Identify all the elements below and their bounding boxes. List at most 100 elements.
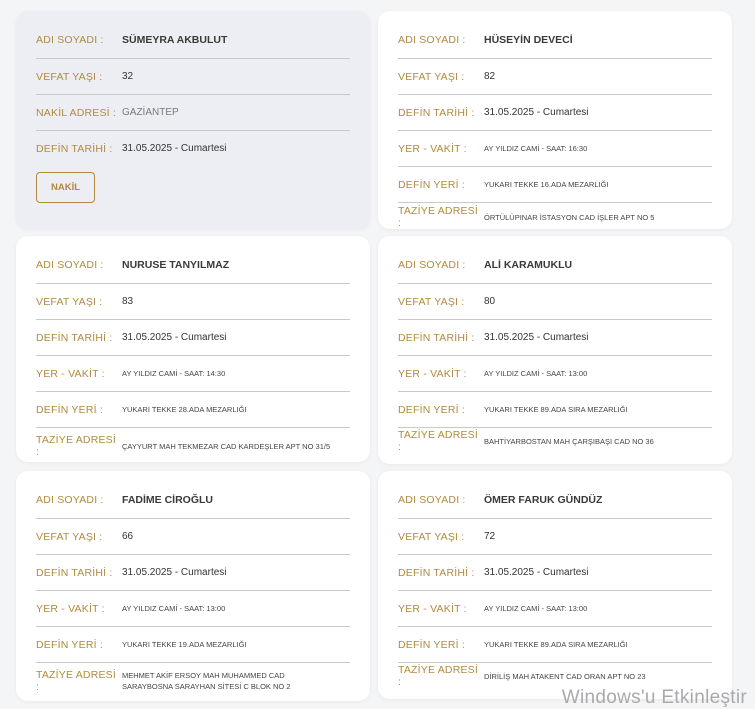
age-row: VEFAT YAŞI : 83 <box>36 284 350 320</box>
condolence-label: TAZİYE ADRESİ : <box>398 429 479 453</box>
condolence-label: TAZİYE ADRESİ : <box>36 669 117 693</box>
burial-date-label: DEFİN TARİHİ : <box>398 106 475 119</box>
burial-place-row: DEFİN YERİ : YUKARI TEKKE 16.ADA MEZARLI… <box>398 167 712 203</box>
transfer-button[interactable]: NAKİL <box>36 172 96 203</box>
age-row: VEFAT YAŞI : 82 <box>398 59 712 95</box>
place-time-label: YER - VAKİT : <box>398 602 467 615</box>
name-value: SÜMEYRA AKBULUT <box>122 33 228 46</box>
age-value: 66 <box>122 531 134 542</box>
age-value: 82 <box>484 71 496 82</box>
age-value: 32 <box>122 71 134 82</box>
age-label: VEFAT YAŞI : <box>398 70 465 83</box>
name-value: NURUSE TANYILMAZ <box>122 258 230 271</box>
burial-place-label: DEFİN YERİ : <box>398 638 465 651</box>
condolence-row: TAZİYE ADRESİ : ÖRTÜLÜPINAR İSTASYON CAD… <box>398 203 712 231</box>
burial-date-row: DEFİN TARİHİ : 31.05.2025 - Cumartesi <box>398 555 712 591</box>
condolence-row: TAZİYE ADRESİ : BAHTİYARBOSTAN MAH ÇARŞI… <box>398 428 712 454</box>
name-label: ADI SOYADI : <box>36 33 104 46</box>
burial-place-value: YUKARI TEKKE 89.ADA SIRA MEZARLIĞI <box>484 405 628 414</box>
name-value: FADİME CİROĞLU <box>122 493 213 506</box>
age-label: VEFAT YAŞI : <box>398 295 465 308</box>
condolence-value: BAHTİYARBOSTAN MAH ÇARŞIBAŞI CAD NO 36 <box>484 436 654 446</box>
age-row: VEFAT YAŞI : 66 <box>36 519 350 555</box>
burial-date-label: DEFİN TARİHİ : <box>36 142 113 155</box>
place-time-value: AY YILDIZ CAMİ - SAAT: 14:30 <box>122 369 226 378</box>
place-time-row: YER - VAKİT : AY YILDIZ CAMİ - SAAT: 16:… <box>398 131 712 167</box>
name-label: ADI SOYADI : <box>398 258 466 271</box>
age-label: VEFAT YAŞI : <box>36 530 103 543</box>
age-label: VEFAT YAŞI : <box>36 70 103 83</box>
name-row: ADI SOYADI : FADİME CİROĞLU <box>36 481 350 519</box>
burial-date-label: DEFİN TARİHİ : <box>36 566 113 579</box>
burial-date-label: DEFİN TARİHİ : <box>36 331 113 344</box>
place-time-label: YER - VAKİT : <box>36 367 105 380</box>
age-row: VEFAT YAŞI : 80 <box>398 284 712 320</box>
age-label: VEFAT YAŞI : <box>36 295 103 308</box>
obituary-card: ADI SOYADI : HÜSEYİN DEVECİ VEFAT YAŞI :… <box>378 11 732 229</box>
name-value: HÜSEYİN DEVECİ <box>484 33 573 46</box>
name-row: ADI SOYADI : HÜSEYİN DEVECİ <box>398 21 712 59</box>
name-row: ADI SOYADI : ÖMER FARUK GÜNDÜZ <box>398 481 712 519</box>
burial-place-label: DEFİN YERİ : <box>398 178 465 191</box>
condolence-row: TAZİYE ADRESİ : MEHMET AKİF ERSOY MAH MU… <box>36 663 350 699</box>
name-value: ALİ KARAMUKLU <box>484 258 573 271</box>
burial-place-label: DEFİN YERİ : <box>36 638 103 651</box>
obituary-card: ADI SOYADI : FADİME CİROĞLU VEFAT YAŞI :… <box>16 471 370 701</box>
place-time-label: YER - VAKİT : <box>398 367 467 380</box>
burial-date-value: 31.05.2025 - Cumartesi <box>484 332 589 343</box>
place-time-value: AY YILDIZ CAMİ - SAAT: 13:00 <box>122 604 226 613</box>
name-label: ADI SOYADI : <box>36 258 104 271</box>
obituary-card: ADI SOYADI : SÜMEYRA AKBULUT VEFAT YAŞI … <box>16 11 370 229</box>
name-label: ADI SOYADI : <box>36 493 104 506</box>
place-time-row: YER - VAKİT : AY YILDIZ CAMİ - SAAT: 13:… <box>398 356 712 392</box>
burial-date-row: DEFİN TARİHİ : 31.05.2025 - Cumartesi <box>36 320 350 356</box>
burial-date-value: 31.05.2025 - Cumartesi <box>122 332 227 343</box>
burial-date-value: 31.05.2025 - Cumartesi <box>122 143 227 154</box>
name-value: ÖMER FARUK GÜNDÜZ <box>484 493 603 506</box>
age-label: VEFAT YAŞI : <box>398 530 465 543</box>
name-row: ADI SOYADI : NURUSE TANYILMAZ <box>36 246 350 284</box>
burial-place-row: DEFİN YERİ : YUKARI TEKKE 19.ADA MEZARLI… <box>36 627 350 663</box>
burial-date-row: DEFİN TARİHİ : 31.05.2025 - Cumartesi <box>398 320 712 356</box>
age-row: VEFAT YAŞI : 32 <box>36 59 350 95</box>
condolence-label: TAZİYE ADRESİ : <box>398 205 479 229</box>
transfer-row: NAKİL ADRESİ : GAZİANTEP <box>36 95 350 131</box>
transfer-label: NAKİL ADRESİ : <box>36 106 117 119</box>
burial-place-label: DEFİN YERİ : <box>36 403 103 416</box>
age-value: 80 <box>484 296 496 307</box>
place-time-row: YER - VAKİT : AY YILDIZ CAMİ - SAAT: 14:… <box>36 356 350 392</box>
place-time-value: AY YILDIZ CAMİ - SAAT: 13:00 <box>484 369 588 378</box>
condolence-row: TAZİYE ADRESİ : DİRİLİŞ MAH ATAKENT CAD … <box>398 663 712 689</box>
burial-date-value: 31.05.2025 - Cumartesi <box>484 107 589 118</box>
obituary-card: ADI SOYADI : NURUSE TANYILMAZ VEFAT YAŞI… <box>16 236 370 462</box>
burial-date-value: 31.05.2025 - Cumartesi <box>484 567 589 578</box>
name-label: ADI SOYADI : <box>398 33 466 46</box>
age-value: 83 <box>122 296 134 307</box>
burial-date-row: DEFİN TARİHİ : 31.05.2025 - Cumartesi <box>398 95 712 131</box>
name-label: ADI SOYADI : <box>398 493 466 506</box>
place-time-label: YER - VAKİT : <box>36 602 105 615</box>
burial-place-row: DEFİN YERİ : YUKARI TEKKE 89.ADA SIRA ME… <box>398 392 712 428</box>
place-time-label: YER - VAKİT : <box>398 142 467 155</box>
condolence-value: DİRİLİŞ MAH ATAKENT CAD ORAN APT NO 23 <box>484 671 646 681</box>
burial-date-row: DEFİN TARİHİ : 31.05.2025 - Cumartesi <box>36 555 350 591</box>
name-row: ADI SOYADI : ALİ KARAMUKLU <box>398 246 712 284</box>
place-time-value: AY YILDIZ CAMİ - SAAT: 16:30 <box>484 144 588 153</box>
burial-place-row: DEFİN YERİ : YUKARI TEKKE 28.ADA MEZARLI… <box>36 392 350 428</box>
age-value: 72 <box>484 531 496 542</box>
obituary-card: ADI SOYADI : ÖMER FARUK GÜNDÜZ VEFAT YAŞ… <box>378 471 732 699</box>
transfer-value: GAZİANTEP <box>122 107 179 118</box>
condolence-value: ÖRTÜLÜPINAR İSTASYON CAD İŞLER APT NO 5 <box>484 212 655 222</box>
burial-place-value: YUKARI TEKKE 16.ADA MEZARLIĞI <box>484 180 609 189</box>
burial-place-row: DEFİN YERİ : YUKARI TEKKE 89.ADA SIRA ME… <box>398 627 712 663</box>
burial-place-label: DEFİN YERİ : <box>398 403 465 416</box>
condolence-value: ÇAYYURT MAH TEKMEZAR CAD KARDEŞLER APT N… <box>122 441 331 451</box>
burial-date-value: 31.05.2025 - Cumartesi <box>122 567 227 578</box>
burial-date-label: DEFİN TARİHİ : <box>398 331 475 344</box>
place-time-value: AY YILDIZ CAMİ - SAAT: 13:00 <box>484 604 588 613</box>
condolence-row: TAZİYE ADRESİ : ÇAYYURT MAH TEKMEZAR CAD… <box>36 428 350 464</box>
burial-place-value: YUKARI TEKKE 19.ADA MEZARLIĞI <box>122 640 247 649</box>
burial-date-label: DEFİN TARİHİ : <box>398 566 475 579</box>
place-time-row: YER - VAKİT : AY YILDIZ CAMİ - SAAT: 13:… <box>36 591 350 627</box>
burial-place-value: YUKARI TEKKE 89.ADA SIRA MEZARLIĞI <box>484 640 628 649</box>
